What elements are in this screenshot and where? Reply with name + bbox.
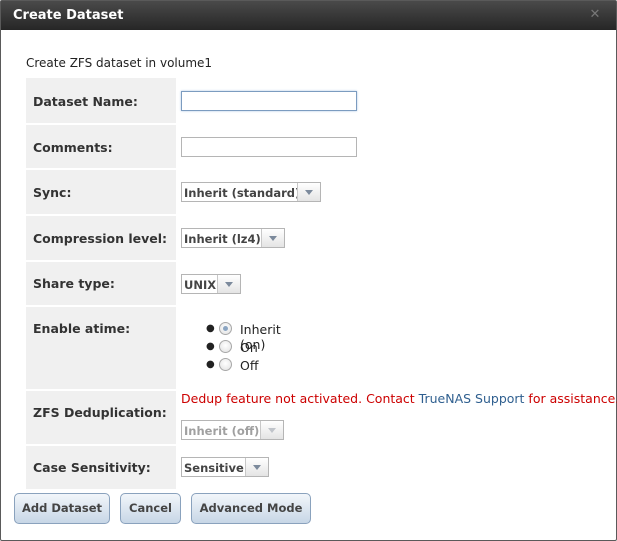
create-dataset-dialog: Create Dataset ✕ Create ZFS dataset in v… bbox=[0, 0, 617, 541]
atime-label: Enable atime: bbox=[33, 321, 131, 336]
share-type-label: Share type: bbox=[33, 276, 115, 291]
label-cell: Comments: bbox=[26, 125, 176, 168]
atime-option-label: On bbox=[240, 340, 258, 355]
chevron-down-icon[interactable] bbox=[261, 229, 284, 247]
dataset-name-label: Dataset Name: bbox=[33, 94, 138, 109]
label-cell: Case Sensitivity: bbox=[26, 446, 176, 489]
case-sensitivity-select[interactable]: Sensitive bbox=[181, 457, 269, 477]
chevron-down-icon bbox=[260, 421, 283, 439]
dedup-select: Inherit (off) bbox=[181, 420, 284, 440]
row-dedup: ZFS Deduplication: Dedup feature not act… bbox=[26, 391, 617, 444]
case-sensitivity-label: Case Sensitivity: bbox=[33, 460, 151, 475]
label-cell: Share type: bbox=[26, 262, 176, 305]
comments-input[interactable] bbox=[181, 137, 357, 157]
dedup-warning: Dedup feature not activated. Contact Tru… bbox=[181, 391, 617, 406]
sync-selected-value: Inherit (standard) bbox=[184, 186, 301, 200]
chevron-down-icon[interactable] bbox=[245, 458, 268, 476]
radio-button[interactable] bbox=[219, 322, 232, 335]
atime-option-label: Off bbox=[240, 358, 259, 373]
advanced-mode-button[interactable]: Advanced Mode bbox=[191, 493, 311, 524]
radio-button[interactable] bbox=[219, 340, 232, 353]
compression-label: Compression level: bbox=[33, 231, 168, 246]
row-atime: Enable atime: ● Inherit (on) ● On ● Off bbox=[26, 307, 616, 389]
share-type-select[interactable]: UNIX bbox=[181, 274, 241, 294]
row-dataset-name: Dataset Name: bbox=[26, 78, 616, 123]
sync-label: Sync: bbox=[33, 185, 72, 200]
label-cell: Compression level: bbox=[26, 216, 176, 260]
chevron-down-icon[interactable] bbox=[297, 183, 320, 201]
chevron-down-icon[interactable] bbox=[217, 275, 240, 293]
row-sync: Sync: Inherit (standard) bbox=[26, 170, 616, 214]
sync-select[interactable]: Inherit (standard) bbox=[181, 182, 321, 202]
cancel-button[interactable]: Cancel bbox=[120, 493, 181, 524]
close-icon[interactable]: ✕ bbox=[588, 8, 602, 22]
label-cell: ZFS Deduplication: bbox=[26, 391, 176, 444]
label-cell: Enable atime: bbox=[26, 307, 176, 389]
dialog-titlebar[interactable]: Create Dataset ✕ bbox=[1, 1, 616, 30]
dialog-title: Create Dataset bbox=[13, 8, 124, 23]
add-dataset-button[interactable]: Add Dataset bbox=[14, 493, 110, 524]
intro-text: Create ZFS dataset in volume1 bbox=[26, 56, 213, 70]
share-type-selected-value: UNIX bbox=[184, 278, 217, 292]
row-compression: Compression level: Inherit (lz4) bbox=[26, 216, 616, 260]
radio-button[interactable] bbox=[219, 358, 232, 371]
compression-select[interactable]: Inherit (lz4) bbox=[181, 228, 285, 248]
row-share-type: Share type: UNIX bbox=[26, 262, 616, 305]
dedup-selected-value: Inherit (off) bbox=[184, 424, 260, 438]
case-sensitivity-selected-value: Sensitive bbox=[184, 461, 244, 475]
row-comments: Comments: bbox=[26, 125, 616, 168]
comments-label: Comments: bbox=[33, 140, 113, 155]
truenas-support-link[interactable]: TrueNAS Support bbox=[419, 391, 525, 406]
compression-selected-value: Inherit (lz4) bbox=[184, 232, 261, 246]
dataset-name-input[interactable] bbox=[181, 91, 357, 111]
label-cell: Dataset Name: bbox=[26, 78, 176, 123]
label-cell: Sync: bbox=[26, 170, 176, 214]
dedup-label: ZFS Deduplication: bbox=[33, 405, 167, 420]
row-case-sensitivity: Case Sensitivity: Sensitive bbox=[26, 446, 616, 489]
